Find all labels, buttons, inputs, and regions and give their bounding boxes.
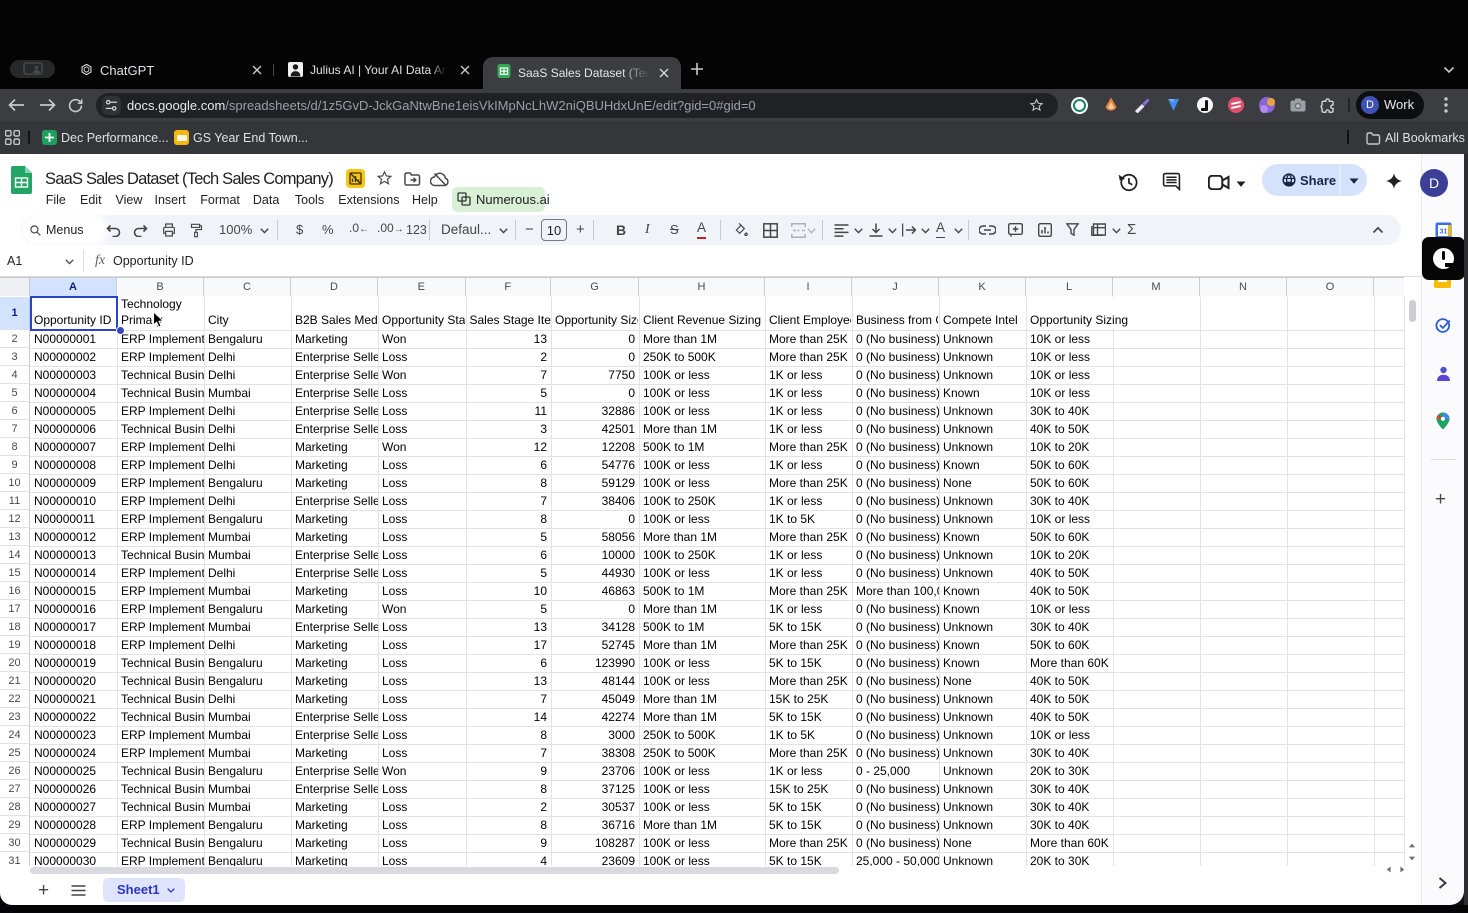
svg-text:31: 31 bbox=[1440, 229, 1448, 236]
